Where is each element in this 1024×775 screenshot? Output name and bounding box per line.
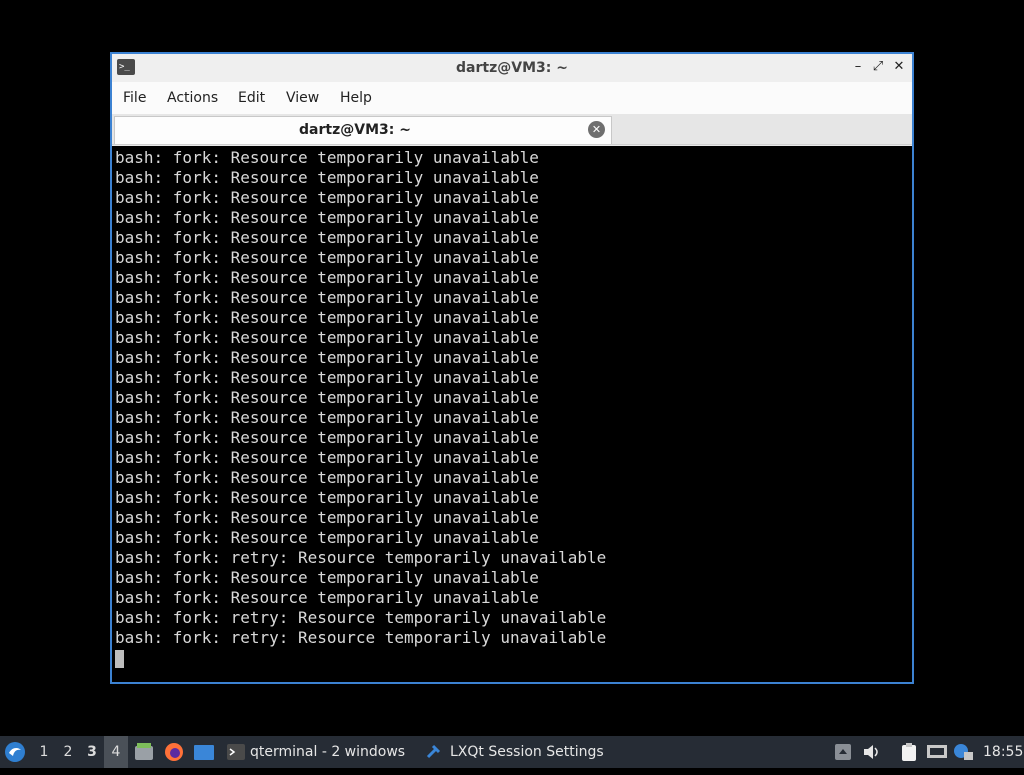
terminal-line: bash: fork: Resource temporarily unavail… <box>115 188 539 207</box>
menu-file[interactable]: File <box>113 82 156 114</box>
menu-actions[interactable]: Actions <box>157 82 228 114</box>
maximize-button[interactable]: ⤢ <box>870 59 886 75</box>
terminal-line: bash: fork: Resource temporarily unavail… <box>115 468 539 487</box>
menu-edit[interactable]: Edit <box>228 82 275 114</box>
clipboard-icon[interactable] <box>899 742 919 774</box>
terminal-line: bash: fork: Resource temporarily unavail… <box>115 228 539 247</box>
workspace-1[interactable]: 1 <box>32 736 56 768</box>
workspace-4[interactable]: 4 <box>104 736 128 768</box>
terminal-line: bash: fork: Resource temporarily unavail… <box>115 508 539 527</box>
workspace-2[interactable]: 2 <box>56 736 80 768</box>
terminal-line: bash: fork: Resource temporarily unavail… <box>115 168 539 187</box>
terminal-line: bash: fork: retry: Resource temporarily … <box>115 548 607 567</box>
tab-label: dartz@VM3: ~ <box>299 122 411 138</box>
network-icon[interactable] <box>926 742 947 774</box>
updates-icon[interactable] <box>952 742 973 774</box>
panel-tray-icon[interactable] <box>834 742 854 774</box>
terminal-line: bash: fork: Resource temporarily unavail… <box>115 208 539 227</box>
menu-bar: File Actions Edit View Help <box>112 82 912 114</box>
terminal-output[interactable]: bash: fork: Resource temporarily unavail… <box>112 146 912 682</box>
terminal-line: bash: fork: Resource temporarily unavail… <box>115 528 539 547</box>
task-lxqt-session-settings[interactable]: LXQt Session Settings <box>422 736 604 768</box>
tab-close-icon[interactable]: ✕ <box>588 121 605 138</box>
start-menu-icon[interactable] <box>4 741 26 763</box>
terminal-line: bash: fork: Resource temporarily unavail… <box>115 588 539 607</box>
terminal-line: bash: fork: Resource temporarily unavail… <box>115 408 539 427</box>
terminal-window[interactable]: >_ dartz@VM3: ~ – ⤢ ✕ File Actions Edit … <box>110 52 914 684</box>
tab-terminal[interactable]: dartz@VM3: ~ ✕ <box>114 116 612 144</box>
minimize-button[interactable]: – <box>850 59 866 75</box>
terminal-line: bash: fork: Resource temporarily unavail… <box>115 248 539 267</box>
terminal-line: bash: fork: retry: Resource temporarily … <box>115 608 607 627</box>
show-desktop-icon[interactable] <box>193 742 214 774</box>
terminal-line: bash: fork: Resource temporarily unavail… <box>115 268 539 287</box>
desktop: >_ dartz@VM3: ~ – ⤢ ✕ File Actions Edit … <box>0 0 1024 736</box>
terminal-line: bash: fork: Resource temporarily unavail… <box>115 148 539 167</box>
terminal-line: bash: fork: Resource temporarily unavail… <box>115 328 539 347</box>
terminal-line: bash: fork: Resource temporarily unavail… <box>115 348 539 367</box>
terminal-line: bash: fork: Resource temporarily unavail… <box>115 288 539 307</box>
terminal-line: bash: fork: Resource temporarily unavail… <box>115 448 539 467</box>
terminal-line: bash: fork: Resource temporarily unavail… <box>115 308 539 327</box>
firefox-icon[interactable] <box>164 742 184 774</box>
close-button[interactable]: ✕ <box>891 59 907 75</box>
tab-bar: dartz@VM3: ~ ✕ <box>112 114 912 145</box>
taskbar: 1 2 3 4 qterminal - 2 windows LXQt Sessi… <box>0 736 1024 768</box>
terminal-cursor <box>115 650 124 668</box>
workspace-3[interactable]: 3 <box>80 736 104 768</box>
task-qterminal[interactable]: qterminal - 2 windows <box>222 736 405 768</box>
window-title: dartz@VM3: ~ <box>456 60 568 76</box>
menu-view[interactable]: View <box>276 82 329 114</box>
terminal-line: bash: fork: Resource temporarily unavail… <box>115 488 539 507</box>
clock[interactable]: 18:55 <box>983 736 1023 768</box>
volume-icon[interactable] <box>862 742 882 774</box>
terminal-line: bash: fork: retry: Resource temporarily … <box>115 628 607 647</box>
title-bar[interactable]: >_ dartz@VM3: ~ – ⤢ ✕ <box>112 54 912 82</box>
terminal-line: bash: fork: Resource temporarily unavail… <box>115 368 539 387</box>
terminal-line: bash: fork: Resource temporarily unavail… <box>115 428 539 447</box>
menu-help[interactable]: Help <box>330 82 382 114</box>
file-manager-icon[interactable] <box>134 742 154 774</box>
terminal-line: bash: fork: Resource temporarily unavail… <box>115 568 539 587</box>
terminal-line: bash: fork: Resource temporarily unavail… <box>115 388 539 407</box>
